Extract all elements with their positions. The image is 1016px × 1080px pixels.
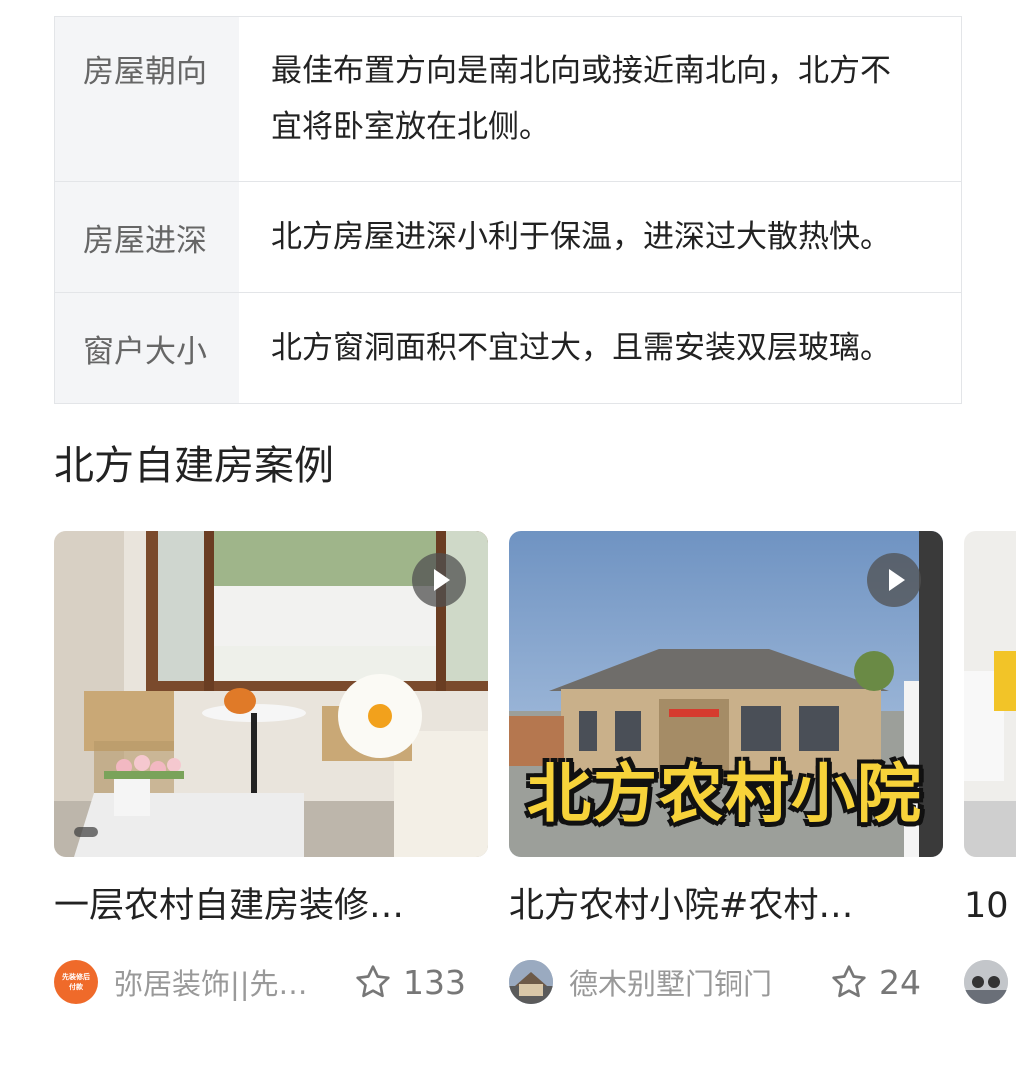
- star-icon: [832, 965, 866, 998]
- table-value: 最佳布置方向是南北向或接近南北向，北方不 宜将卧室放在北侧。: [239, 17, 961, 181]
- table-key: 房屋朝向: [55, 17, 239, 181]
- like-count: 24: [879, 962, 921, 1002]
- like-button[interactable]: 24: [829, 962, 921, 1002]
- avatar[interactable]: 先装修后付款: [54, 960, 98, 1004]
- card-meta: 德木别墅门铜门 24: [509, 959, 943, 1005]
- card-title[interactable]: 一层农村自建房装修…: [54, 883, 440, 929]
- card-image: [964, 531, 1016, 857]
- video-thumbnail[interactable]: [964, 531, 1016, 857]
- avatar[interactable]: [509, 960, 553, 1004]
- table-key: 窗户大小: [55, 293, 239, 403]
- info-table: 房屋朝向 最佳布置方向是南北向或接近南北向，北方不 宜将卧室放在北侧。 房屋进深…: [54, 16, 962, 404]
- avatar-image: [964, 960, 1008, 1004]
- table-key: 房屋进深: [55, 182, 239, 292]
- progress-indicator: [74, 827, 98, 837]
- play-icon[interactable]: [412, 553, 466, 607]
- case-card[interactable]: 北方农村小院 北方农村小院#农村… 德木别墅门铜门 24: [509, 531, 943, 1005]
- card-title[interactable]: 北方农村小院#农村…: [509, 883, 895, 929]
- play-icon[interactable]: [867, 553, 921, 607]
- thumbnail-overlay-text: 北方农村小院: [527, 758, 923, 832]
- avatar[interactable]: [964, 960, 1008, 1004]
- video-thumbnail[interactable]: 北方农村小院: [509, 531, 943, 857]
- case-card[interactable]: 一层农村自建房装修… 先装修后付款 弥居装饰||先… 133: [54, 531, 488, 1005]
- card-meta: 先装修后付款 弥居装饰||先… 133: [54, 959, 488, 1005]
- card-title[interactable]: 10: [964, 883, 1016, 929]
- like-count: 133: [403, 962, 466, 1002]
- table-value: 北方房屋进深小利于保温，进深过大散热快。: [271, 219, 891, 255]
- card-meta: [964, 959, 1016, 1005]
- section-title: 北方自建房案例: [54, 443, 334, 489]
- table-row: 窗户大小 北方窗洞面积不宜过大，且需安装双层玻璃。: [55, 292, 961, 403]
- table-value: 北方窗洞面积不宜过大，且需安装双层玻璃。: [271, 330, 891, 366]
- author-name[interactable]: 弥居装饰||先…: [114, 961, 310, 1003]
- author-name[interactable]: 德木别墅门铜门: [569, 961, 789, 1003]
- table-value-line: 宜将卧室放在北侧。: [271, 109, 550, 145]
- video-thumbnail[interactable]: [54, 531, 488, 857]
- table-value-line: 最佳布置方向是南北向或接近南北向，北方不: [271, 53, 891, 89]
- avatar-image: [509, 960, 553, 1004]
- star-icon: [356, 965, 390, 998]
- table-row: 房屋进深 北方房屋进深小利于保温，进深过大散热快。: [55, 181, 961, 292]
- case-card[interactable]: 10: [964, 531, 1016, 1005]
- avatar-text: 先装修后付款: [62, 973, 90, 991]
- case-card-carousel[interactable]: 一层农村自建房装修… 先装修后付款 弥居装饰||先… 133 北方农村小院 北方…: [54, 531, 1016, 1011]
- table-row: 房屋朝向 最佳布置方向是南北向或接近南北向，北方不 宜将卧室放在北侧。: [55, 17, 961, 181]
- like-button[interactable]: 133: [353, 962, 466, 1002]
